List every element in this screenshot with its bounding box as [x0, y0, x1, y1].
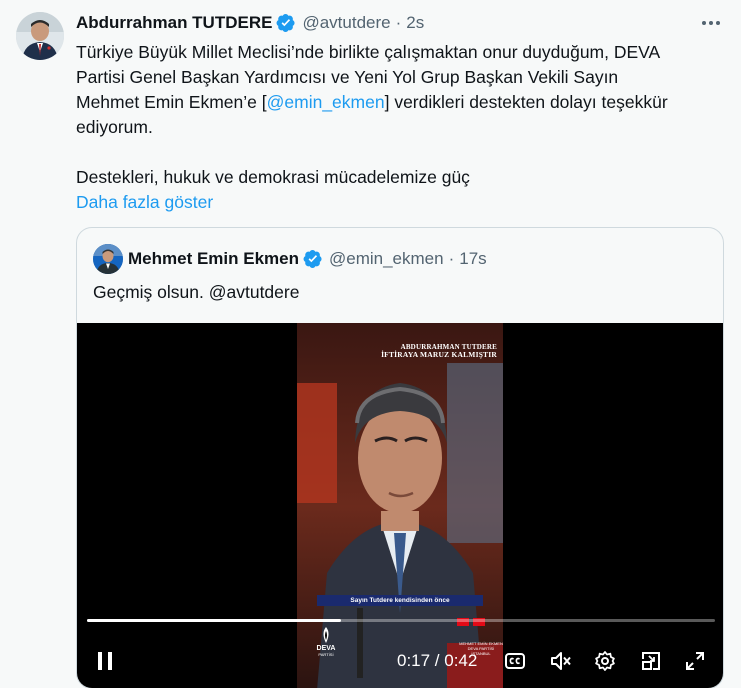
picture-in-picture-icon[interactable] — [637, 647, 665, 675]
tweet-header: Abdurrahman TUTDERE @avtutdere · 2s — [76, 12, 424, 34]
separator-dot: · — [395, 13, 402, 32]
captions-icon[interactable] — [501, 647, 529, 675]
more-options-icon[interactable] — [699, 12, 723, 34]
video-frame: ABDURRAHMAN TUTDERE İFTİRAYA MARUZ KALMI… — [297, 323, 503, 688]
tweet-text-line: Partisi Genel Başkan Yardımcısı ve Yeni … — [76, 67, 619, 87]
video-controls: 0:17 / 0:42 — [77, 641, 723, 681]
author-avatar[interactable] — [16, 12, 64, 60]
verified-badge-icon[interactable] — [303, 249, 323, 269]
video-player[interactable]: ABDURRAHMAN TUTDERE İFTİRAYA MARUZ KALMI… — [77, 323, 723, 688]
tweet-text-line: Destekleri, hukuk ve demokrasi mücadelem… — [76, 167, 470, 187]
tweet[interactable]: Abdurrahman TUTDERE @avtutdere · 2s Türk… — [0, 0, 741, 688]
tweet-text-line: Mehmet Emin Ekmen’e [@emin_ekmen] verdik… — [76, 92, 668, 112]
tweet-timestamp[interactable]: 2s — [406, 13, 424, 33]
video-progress-fill — [87, 619, 342, 622]
pause-icon[interactable] — [91, 647, 119, 675]
volume-muted-icon[interactable] — [547, 647, 575, 675]
quoted-author-avatar[interactable] — [93, 244, 123, 274]
quoted-tweet-timestamp[interactable]: 17s — [459, 249, 486, 269]
author-name[interactable]: Abdurrahman TUTDERE — [76, 13, 272, 33]
video-time-readout: 0:17 / 0:42 — [397, 651, 478, 670]
fullscreen-icon[interactable] — [681, 647, 709, 675]
quoted-tweet-header: Mehmet Emin Ekmen @emin_ekmen · 17s — [128, 248, 487, 270]
overlay-title-line: İFTİRAYA MARUZ KALMIŞTIR — [381, 350, 497, 359]
quoted-author-handle[interactable]: @emin_ekmen — [329, 249, 444, 269]
tweet-text-line: Türkiye Büyük Millet Meclisi’nde birlikt… — [76, 42, 661, 62]
author-handle[interactable]: @avtutdere — [302, 13, 390, 33]
mention-link[interactable]: @emin_ekmen — [267, 92, 385, 112]
tweet-text: Türkiye Büyük Millet Meclisi’nde birlikt… — [76, 40, 726, 215]
verified-badge-icon[interactable] — [276, 13, 296, 33]
show-more-link[interactable]: Daha fazla göster — [76, 190, 726, 215]
separator-dot: · — [448, 249, 455, 268]
video-progress-bar[interactable] — [87, 619, 715, 622]
tweet-text-line: ediyorum. — [76, 117, 153, 137]
video-subtitle: Sayın Tutdere kendisinden önce — [317, 595, 483, 606]
video-overlay-title: ABDURRAHMAN TUTDERE İFTİRAYA MARUZ KALMI… — [297, 343, 503, 359]
gear-icon[interactable] — [591, 647, 619, 675]
quoted-tweet-text: Geçmiş olsun. @avtutdere — [93, 282, 300, 302]
quoted-author-name[interactable]: Mehmet Emin Ekmen — [128, 249, 299, 269]
quoted-tweet[interactable]: Mehmet Emin Ekmen @emin_ekmen · 17s Geçm… — [76, 227, 724, 688]
